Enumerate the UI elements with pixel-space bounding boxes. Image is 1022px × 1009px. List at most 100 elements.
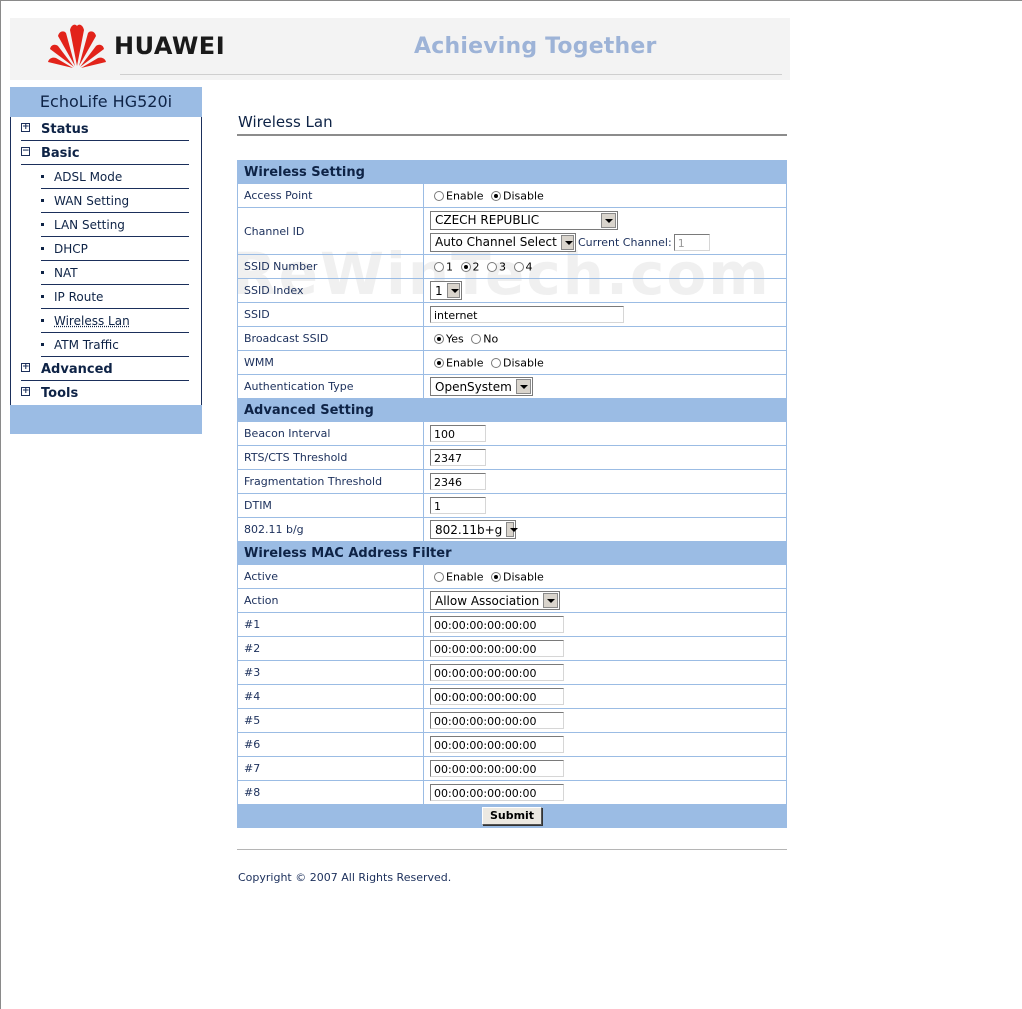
mac-filter-enable-radio[interactable] (434, 571, 444, 582)
field-label: Beacon Interval (237, 421, 424, 446)
mac-address-input[interactable]: 00:00:00:00:00:00 (430, 640, 564, 657)
field-label: Channel ID (237, 207, 424, 255)
mac-address-input[interactable]: 00:00:00:00:00:00 (430, 616, 564, 633)
nav-label[interactable]: NAT (54, 266, 78, 280)
field-label: DTIM (237, 493, 424, 518)
radio-label: Disable (502, 570, 544, 584)
bullet-icon (41, 319, 44, 322)
broadcast-no-radio[interactable] (471, 333, 482, 344)
radio-label: Disable (502, 189, 544, 203)
mac-filter-disable-radio[interactable] (490, 571, 501, 582)
mac-address-input[interactable]: 00:00:00:00:00:00 (430, 784, 564, 801)
rts-threshold-input[interactable]: 2347 (430, 449, 486, 466)
window-left-border (0, 0, 1, 1009)
mac-entry-row: #1 00:00:00:00:00:00 (237, 612, 787, 637)
radio-label: Enable (446, 570, 484, 584)
nav-item-wan-setting[interactable]: WAN Setting (11, 189, 201, 213)
field-label: Fragmentation Threshold (237, 469, 424, 494)
expand-plus-icon[interactable]: + (21, 123, 30, 132)
ssid-number-2-radio[interactable] (460, 261, 471, 272)
chevron-down-icon[interactable] (601, 212, 616, 228)
mac-address-input[interactable]: 00:00:00:00:00:00 (430, 760, 564, 777)
submit-button[interactable]: Submit (481, 807, 543, 825)
nav-label[interactable]: Status (41, 122, 89, 137)
mac-address-input[interactable]: 00:00:00:00:00:00 (430, 712, 564, 729)
channel-select[interactable]: Auto Channel Select (430, 232, 576, 252)
ssid-input[interactable]: internet (430, 306, 624, 323)
nav-label[interactable]: WAN Setting (54, 194, 129, 208)
chevron-down-icon[interactable] (516, 379, 531, 394)
nav-menu: + Status − Basic ADSL Mode WAN Setting L… (10, 117, 202, 405)
section-header: Advanced Setting (237, 398, 787, 422)
nav-tools[interactable]: + Tools (11, 381, 201, 405)
ssid-number-1-radio[interactable] (434, 261, 444, 272)
mac-address-input[interactable]: 00:00:00:00:00:00 (430, 688, 564, 705)
collapse-minus-icon[interactable]: − (21, 147, 30, 156)
field-label: #7 (237, 756, 424, 781)
nav-label[interactable]: ATM Traffic (54, 338, 119, 352)
nav-label[interactable]: Basic (41, 146, 80, 161)
access-point-row: Access Point Enable Disable (237, 183, 787, 208)
nav-label[interactable]: Wireless Lan (54, 314, 130, 328)
chevron-down-icon[interactable] (543, 593, 558, 608)
field-label: #6 (237, 732, 424, 757)
frag-row: Fragmentation Threshold 2346 (237, 469, 787, 494)
nav-label[interactable]: Tools (41, 386, 78, 401)
nav-item-adsl-mode[interactable]: ADSL Mode (11, 165, 201, 189)
nav-item-lan-setting[interactable]: LAN Setting (11, 213, 201, 237)
nav-item-dhcp[interactable]: DHCP (11, 237, 201, 261)
access-point-enable-radio[interactable] (434, 190, 444, 201)
ssid-index-select[interactable]: 1 (430, 281, 462, 300)
fragmentation-threshold-input[interactable]: 2346 (430, 473, 486, 490)
access-point-disable-radio[interactable] (490, 190, 501, 201)
ssid-number-3-radio[interactable] (487, 261, 497, 272)
chevron-down-icon[interactable] (560, 234, 574, 250)
mac-entry-row: #7 00:00:00:00:00:00 (237, 756, 787, 781)
mac-address-input[interactable]: 00:00:00:00:00:00 (430, 664, 564, 681)
nav-label[interactable]: Advanced (41, 362, 113, 377)
field-label: 802.11 b/g (237, 517, 424, 542)
mac-action-select[interactable]: Allow Association (430, 591, 560, 610)
nav-label[interactable]: ADSL Mode (54, 170, 122, 184)
nav-label[interactable]: DHCP (54, 242, 88, 256)
rts-row: RTS/CTS Threshold 2347 (237, 445, 787, 470)
field-label: #4 (237, 684, 424, 709)
auth-type-select[interactable]: OpenSystem (430, 377, 533, 396)
expand-plus-icon[interactable]: + (21, 363, 30, 372)
field-label: Authentication Type (237, 374, 424, 399)
section-header: Wireless Setting (237, 160, 787, 184)
wmm-enable-radio[interactable] (434, 357, 444, 368)
mac-address-input[interactable]: 00:00:00:00:00:00 (430, 736, 564, 753)
field-label: RTS/CTS Threshold (237, 445, 424, 470)
expand-plus-icon[interactable]: + (21, 387, 30, 396)
country-select[interactable]: CZECH REPUBLIC (430, 210, 618, 230)
dtim-input[interactable]: 1 (430, 497, 486, 514)
auth-type-row: Authentication Type OpenSystem (237, 374, 787, 399)
beacon-interval-input[interactable]: 100 (430, 425, 486, 442)
bullet-icon (41, 175, 44, 178)
nav-label[interactable]: IP Route (54, 290, 103, 304)
broadcast-yes-radio[interactable] (434, 333, 444, 344)
nav-item-atm-traffic[interactable]: ATM Traffic (11, 333, 201, 357)
nav-item-wireless-lan[interactable]: Wireless Lan (11, 309, 201, 333)
nav-item-nat[interactable]: NAT (11, 261, 201, 285)
ssid-number-row: SSID Number 1 2 3 4 (237, 254, 787, 279)
nav-item-ip-route[interactable]: IP Route (11, 285, 201, 309)
wmm-disable-radio[interactable] (490, 357, 501, 368)
nav-basic[interactable]: − Basic (11, 141, 201, 165)
title-divider (237, 134, 787, 136)
nav-label[interactable]: LAN Setting (54, 218, 125, 232)
beacon-row: Beacon Interval 100 (237, 421, 787, 446)
nav-advanced[interactable]: + Advanced (11, 357, 201, 381)
field-label: Active (237, 564, 424, 589)
chevron-down-icon[interactable] (506, 522, 518, 537)
sidebar: EchoLife HG520i + Status − Basic ADSL Mo… (10, 87, 202, 434)
ssid-number-4-radio[interactable] (513, 261, 524, 272)
device-model: EchoLife HG520i (10, 87, 202, 117)
current-channel-label: Current Channel: (578, 235, 672, 249)
nav-status[interactable]: + Status (11, 117, 201, 141)
wireless-mode-select[interactable]: 802.11b+g (430, 520, 518, 539)
bullet-icon (41, 271, 44, 274)
chevron-down-icon[interactable] (446, 283, 460, 298)
bullet-icon (41, 223, 44, 226)
